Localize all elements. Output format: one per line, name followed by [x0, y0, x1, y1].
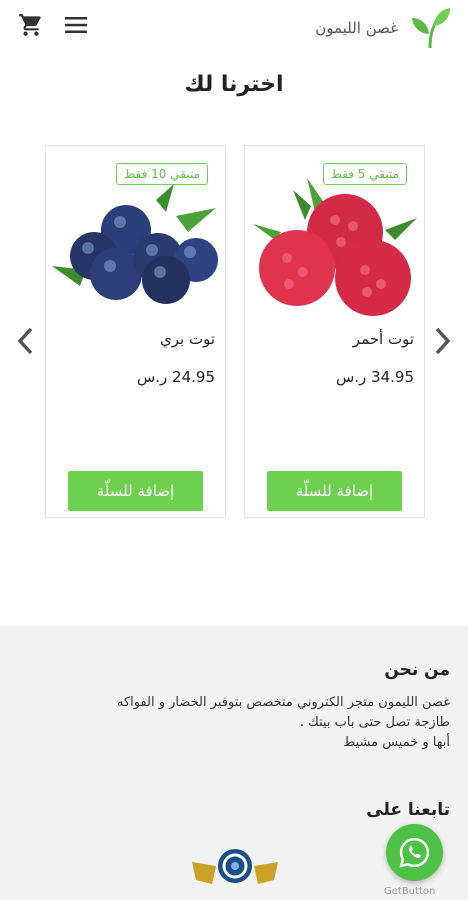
shopping-cart-icon[interactable] [18, 12, 44, 38]
maroof-badge-icon[interactable] [190, 846, 280, 888]
follow-title: تابعنا على [366, 800, 450, 820]
about-line: أبها و خميس مشيط [343, 735, 450, 750]
about-line: غصن الليمون متجر الكتروني متخصص بتوفير ا… [116, 695, 450, 710]
product-price: 24.95 ر.س [136, 368, 215, 386]
product-name: توت بري [159, 330, 215, 348]
stock-badge: متبقي 10 فقط [116, 163, 208, 185]
whatsapp-button[interactable] [386, 824, 443, 881]
product-card[interactable]: متبقي 5 فقط توت أحمر 34.95 ر.س إضافة للس… [244, 145, 425, 518]
product-name: توت أحمر [352, 330, 414, 348]
add-to-cart-button[interactable]: إضافة للسلّة [267, 471, 402, 511]
brand-name: غصن الليمون [315, 19, 398, 37]
carousel-prev-arrow-icon[interactable] [14, 326, 38, 356]
about-line: طازجة تصل حتى باب بيتك . [299, 715, 450, 730]
add-to-cart-button[interactable]: إضافة للسلّة [68, 471, 203, 511]
brand[interactable]: غصن الليمون [315, 6, 452, 50]
hamburger-menu-icon[interactable] [64, 14, 88, 36]
about-text: غصن الليمون متجر الكتروني متخصص بتوفير ا… [30, 693, 450, 753]
section-title: اخترنا لك [184, 72, 284, 97]
getbutton-label[interactable]: GetButton [384, 886, 435, 897]
product-price: 34.95 ر.س [335, 368, 414, 386]
carousel-next-arrow-icon[interactable] [430, 326, 454, 356]
product-card[interactable]: متبقي 10 فقط توت بري 24.95 ر.س إضافة للس… [45, 145, 226, 518]
stock-badge: متبقي 5 فقط [322, 163, 407, 185]
leaf-logo-icon [412, 8, 450, 49]
whatsapp-icon [399, 837, 430, 868]
top-header: غصن الليمون [0, 0, 468, 56]
about-title: من نحن [384, 660, 450, 680]
